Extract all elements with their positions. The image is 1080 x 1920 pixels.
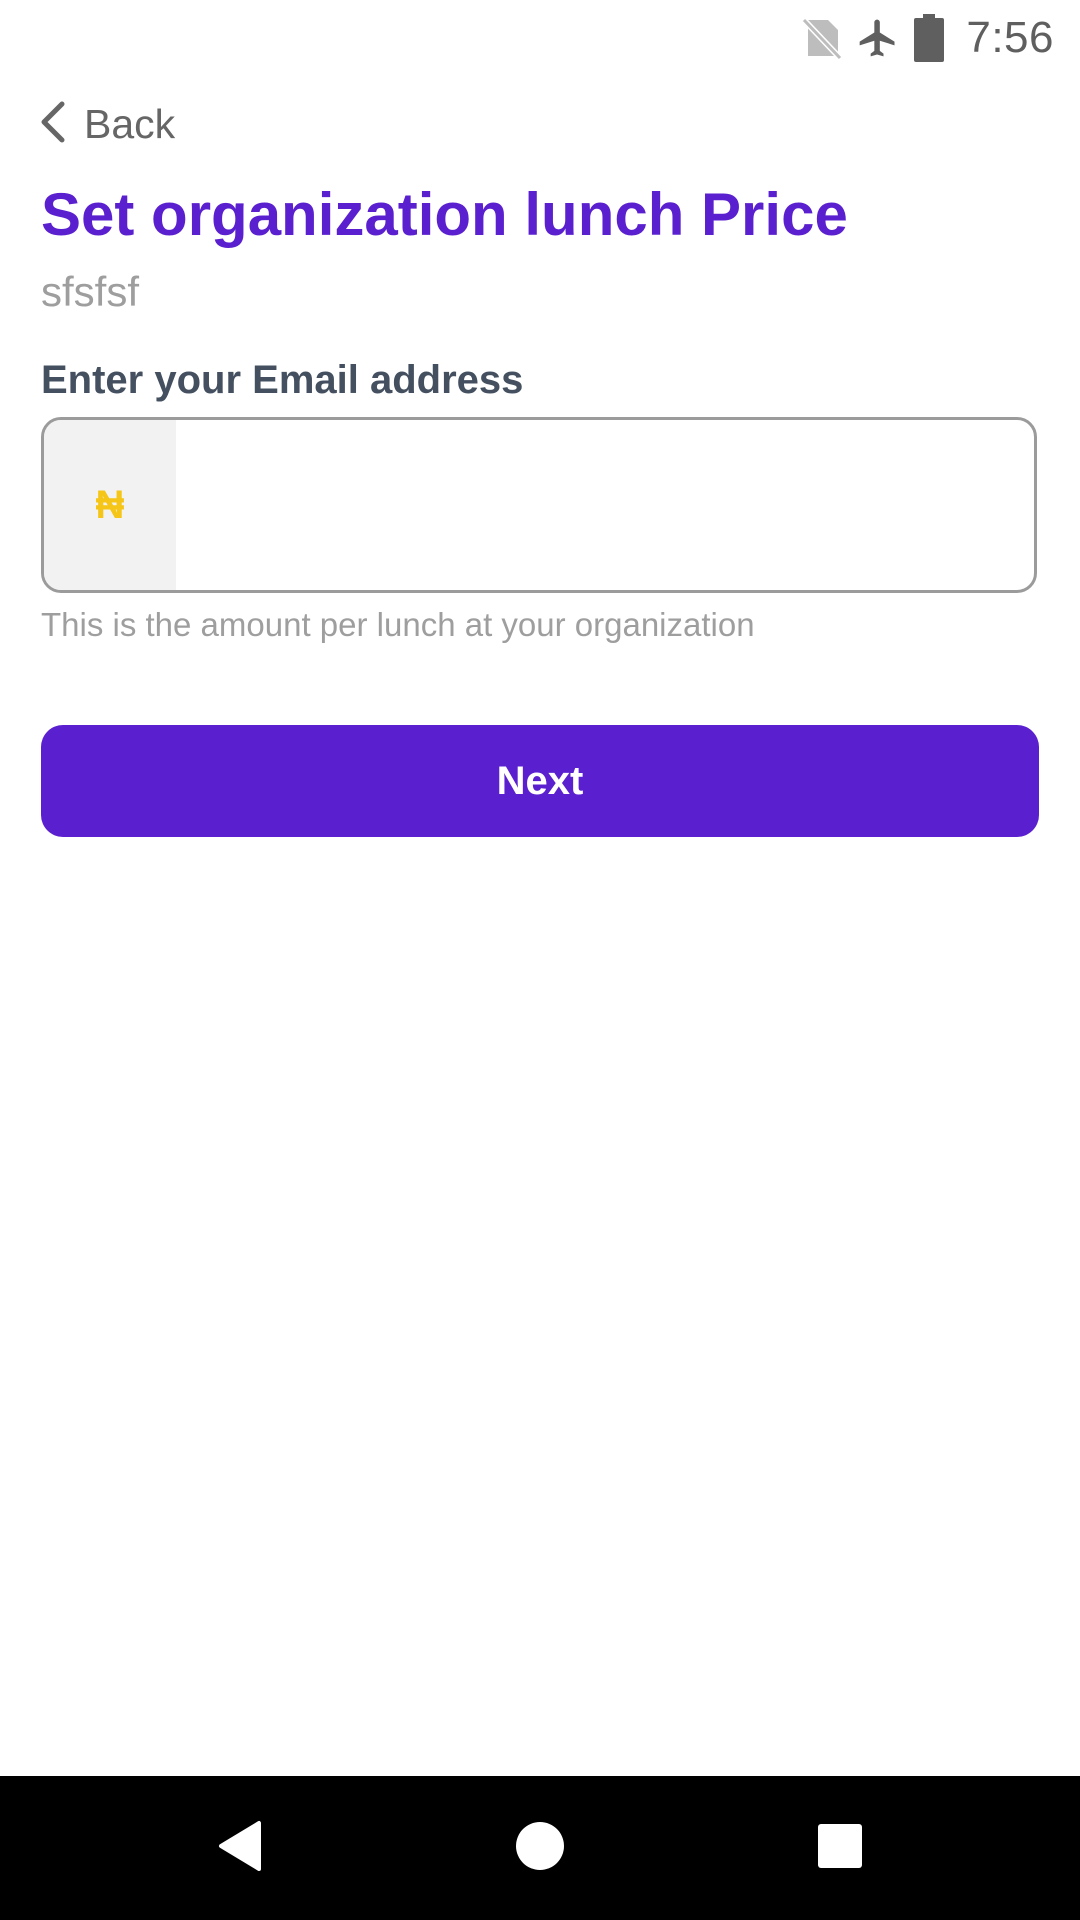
naira-currency-icon: ₦ [44, 420, 176, 590]
navigation-bar [0, 1776, 1080, 1920]
status-bar: 7:56 [0, 0, 1080, 76]
amount-input[interactable] [176, 420, 1034, 590]
page-subtitle: sfsfsf [41, 268, 140, 315]
nav-recents-button[interactable] [760, 1776, 920, 1920]
field-label: Enter your Email address [41, 358, 524, 402]
home-circle-icon [514, 1820, 566, 1877]
next-button[interactable]: Next [41, 725, 1039, 837]
airplane-mode-icon [856, 15, 900, 61]
page-title: Set organization lunch Price [41, 181, 848, 248]
chevron-left-icon [40, 100, 66, 149]
back-triangle-icon [215, 1819, 265, 1878]
amount-field[interactable]: ₦ [41, 417, 1037, 593]
no-sim-icon [802, 16, 843, 60]
back-label: Back [84, 100, 176, 147]
nav-back-button[interactable] [160, 1776, 320, 1920]
helper-text: This is the amount per lunch at your org… [41, 606, 755, 643]
battery-icon [914, 14, 945, 62]
status-time: 7:56 [966, 13, 1054, 62]
back-button[interactable]: Back [40, 96, 175, 152]
screen: 7:56 Back Set organization lunch Price s… [0, 0, 1080, 1920]
status-icons: 7:56 [802, 8, 1054, 68]
recents-square-icon [817, 1823, 863, 1874]
nav-home-button[interactable] [460, 1776, 620, 1920]
